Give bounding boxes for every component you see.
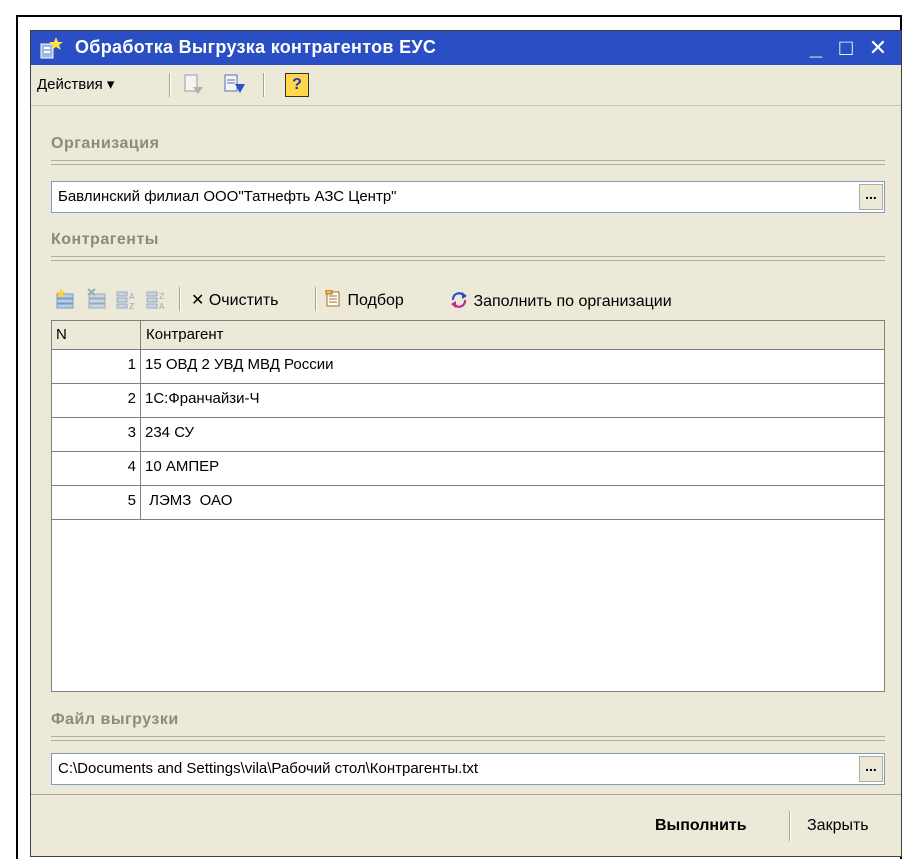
sort-descending-icon[interactable]: Z A [145, 288, 169, 312]
toolbar-separator [263, 73, 265, 97]
maximize-button[interactable]: □ [833, 35, 859, 61]
column-separator [140, 384, 141, 417]
row-number: 2 [127, 390, 136, 407]
organization-value: Бавлинский филиал ООО"Татнефть АЗС Центр… [58, 188, 397, 205]
refresh-icon [451, 292, 467, 308]
counterparty-name: 234 СУ [145, 424, 195, 441]
organization-field[interactable]: Бавлинский филиал ООО"Татнефть АЗС Центр… [51, 181, 885, 213]
section-divider [51, 256, 885, 261]
export-file-choose-button[interactable]: ... [859, 756, 883, 782]
delete-row-icon[interactable] [85, 288, 109, 312]
sort-ascending-icon[interactable]: A Z [115, 288, 139, 312]
counterparties-table[interactable]: N Контрагент 1 15 ОВД 2 УВД МВД России 2… [51, 320, 885, 692]
column-header-counterparty[interactable]: Контрагент [146, 326, 224, 343]
save-icon[interactable] [221, 72, 249, 98]
export-file-path: C:\Documents and Settings\vila\Рабочий с… [58, 760, 479, 777]
open-icon[interactable] [181, 72, 207, 98]
help-icon[interactable]: ? [285, 73, 309, 97]
row-number: 5 [127, 492, 136, 509]
counterparties-section-label: Контрагенты [51, 231, 159, 248]
execute-button[interactable]: Выполнить [655, 817, 747, 835]
row-number: 4 [127, 458, 136, 475]
selection-list-icon [325, 289, 340, 307]
counterparty-name: 1С:Франчайзи-Ч [145, 390, 260, 407]
toolbar-separator [315, 287, 317, 311]
column-separator [140, 452, 141, 485]
counterparty-name: ЛЭМЗ ОАО [145, 492, 233, 509]
window-title: Обработка Выгрузка контрагентов ЕУС [75, 37, 437, 57]
clear-button[interactable]: ✕ Очистить [191, 290, 279, 310]
table-header: N Контрагент [52, 321, 884, 350]
row-number: 3 [127, 424, 136, 441]
svg-text:A: A [129, 292, 135, 301]
column-header-n[interactable]: N [56, 326, 67, 343]
table-toolbar: A Z Z A ✕ Очистить Подбор Заполнить по о… [51, 283, 885, 317]
selection-button[interactable]: Подбор [325, 289, 404, 310]
minimize-button[interactable]: _ [803, 35, 829, 61]
table-row[interactable]: 5 ЛЭМЗ ОАО [52, 486, 884, 520]
svg-text:A: A [159, 302, 165, 311]
selection-label: Подбор [347, 292, 404, 309]
table-row[interactable]: 2 1С:Франчайзи-Ч [52, 384, 884, 418]
column-separator [140, 321, 141, 349]
counterparty-name: 15 ОВД 2 УВД МВД России [145, 356, 334, 373]
section-divider [51, 160, 885, 165]
footer-separator [789, 811, 791, 841]
svg-text:Z: Z [159, 292, 165, 301]
fill-by-organization-button[interactable]: Заполнить по организации [449, 290, 672, 311]
table-row[interactable]: 1 15 ОВД 2 УВД МВД России [52, 350, 884, 384]
actions-menu[interactable]: Действия ▾ [37, 72, 114, 98]
processing-window: Обработка Выгрузка контрагентов ЕУС _ □ … [30, 30, 902, 857]
organization-section-label: Организация [51, 135, 160, 152]
title-bar[interactable]: Обработка Выгрузка контрагентов ЕУС _ □ … [31, 31, 901, 65]
section-divider [51, 736, 885, 741]
toolbar-separator [179, 287, 181, 311]
main-toolbar: Действия ▾ ? [31, 65, 901, 106]
column-separator [140, 486, 141, 519]
add-row-icon[interactable] [53, 288, 77, 312]
column-separator [140, 350, 141, 383]
toolbar-separator [169, 73, 171, 97]
table-row[interactable]: 3 234 СУ [52, 418, 884, 452]
clear-icon: ✕ [191, 292, 205, 309]
organization-choose-button[interactable]: ... [859, 184, 883, 210]
export-file-section-label: Файл выгрузки [51, 711, 179, 728]
close-button[interactable]: Закрыть [807, 817, 869, 835]
dialog-footer: Выполнить Закрыть [31, 794, 901, 859]
row-number: 1 [127, 356, 136, 373]
svg-text:Z: Z [129, 302, 135, 311]
clear-label: Очистить [208, 292, 279, 309]
export-file-field[interactable]: C:\Documents and Settings\vila\Рабочий с… [51, 753, 885, 785]
processing-icon [40, 37, 63, 59]
fill-by-organization-label: Заполнить по организации [473, 293, 672, 310]
table-row[interactable]: 4 10 АМПЕР [52, 452, 884, 486]
counterparty-name: 10 АМПЕР [145, 458, 220, 475]
column-separator [140, 418, 141, 451]
close-window-button[interactable]: ✕ [865, 35, 891, 61]
